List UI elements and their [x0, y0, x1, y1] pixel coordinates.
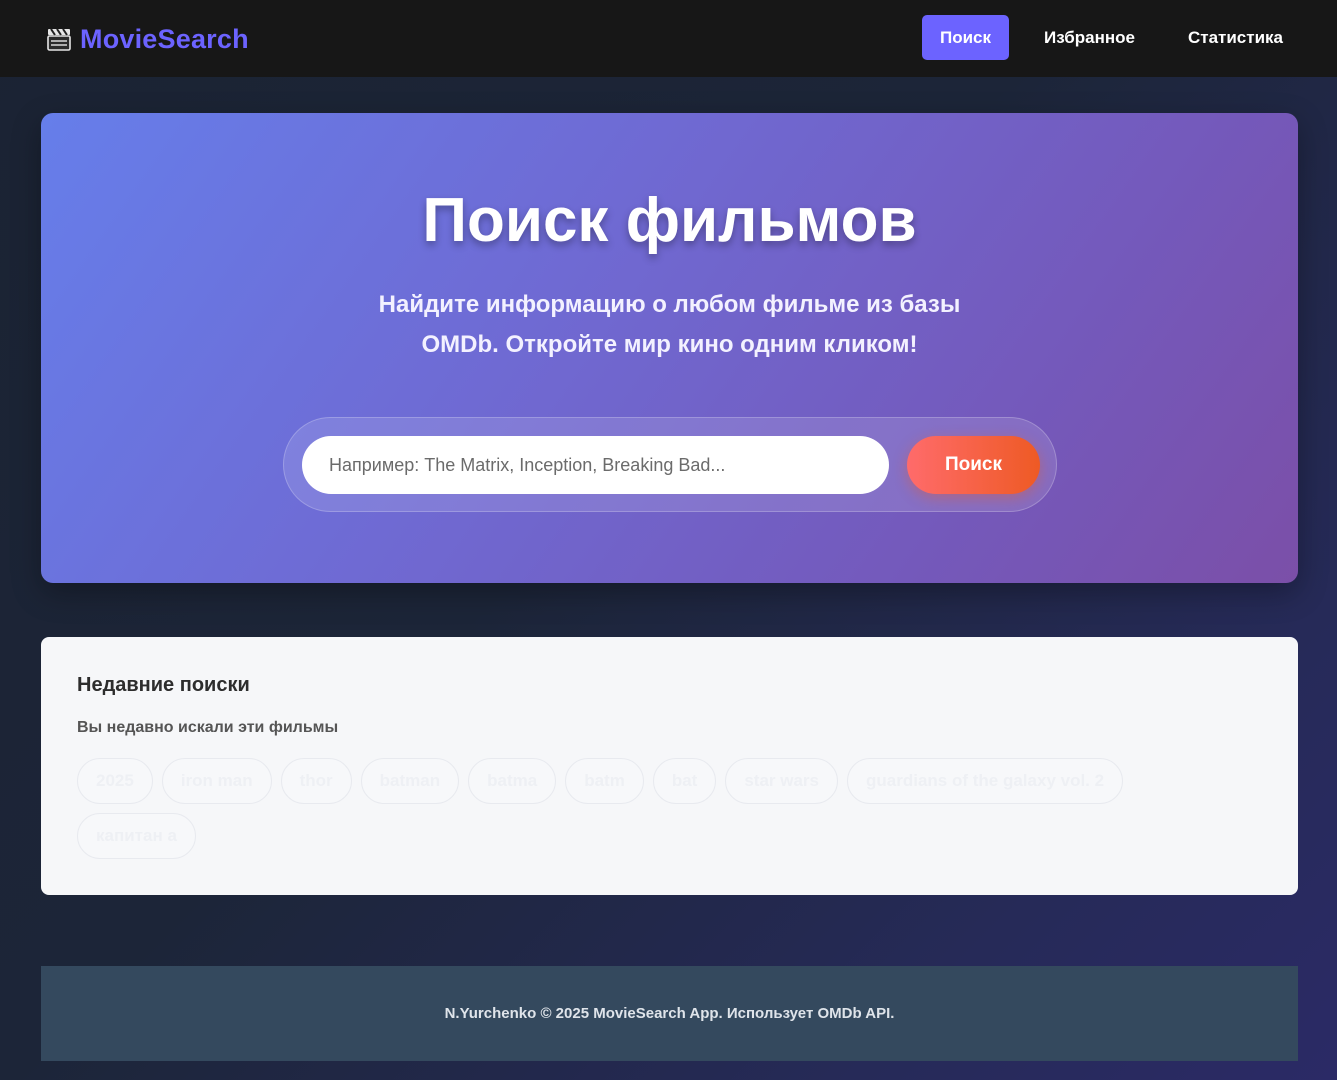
search-bar: Поиск [283, 417, 1057, 512]
recent-searches-subtitle: Вы недавно искали эти фильмы [77, 719, 339, 736]
hero-title: Поиск фильмов [422, 186, 917, 255]
recent-searches-panel: Недавние поиски Вы недавно искали эти фи… [41, 637, 1298, 895]
nav-links: Поиск Избранное Статистика [905, 15, 1301, 60]
clapperboard-icon [46, 26, 72, 52]
recent-search-chip[interactable]: iron man [161, 758, 272, 804]
recent-searches-title: Недавние поиски [77, 674, 250, 696]
brand-name: MovieSearch [80, 23, 249, 54]
page-footer: N.Yurchenko © 2025 MovieSearch App. Испо… [41, 966, 1298, 1061]
nav-search[interactable]: Поиск [921, 15, 1009, 60]
recent-search-chip[interactable]: batman [360, 758, 460, 804]
recent-search-chip[interactable]: bat [652, 758, 717, 804]
recent-search-chip[interactable]: batma [468, 758, 557, 804]
search-input[interactable] [302, 436, 889, 494]
search-button[interactable]: Поиск [907, 436, 1040, 494]
recent-search-chip[interactable]: капитан а [77, 813, 196, 859]
brand-logo[interactable]: MovieSearch [46, 22, 249, 56]
hero-section: Поиск фильмов Найдите информацию о любом… [41, 113, 1298, 583]
nav-favorites[interactable]: Избранное [1026, 15, 1153, 60]
recent-search-chip[interactable]: thor [280, 758, 352, 804]
recent-search-chip[interactable]: 2025 [77, 758, 153, 804]
top-navbar: MovieSearch Поиск Избранное Статистика [0, 0, 1337, 77]
footer-text: N.Yurchenko © 2025 MovieSearch App. Испо… [444, 1005, 895, 1022]
nav-statistics[interactable]: Статистика [1170, 15, 1301, 60]
recent-search-chip[interactable]: batm [565, 758, 644, 804]
hero-subtitle: Найдите информацию о любом фильме из баз… [378, 291, 961, 358]
recent-search-chip[interactable]: guardians of the galaxy vol. 2 [847, 758, 1124, 804]
recent-searches-list: 2025 iron man thor batman batma batm bat… [77, 758, 1197, 859]
recent-search-chip[interactable]: star wars [725, 758, 839, 804]
